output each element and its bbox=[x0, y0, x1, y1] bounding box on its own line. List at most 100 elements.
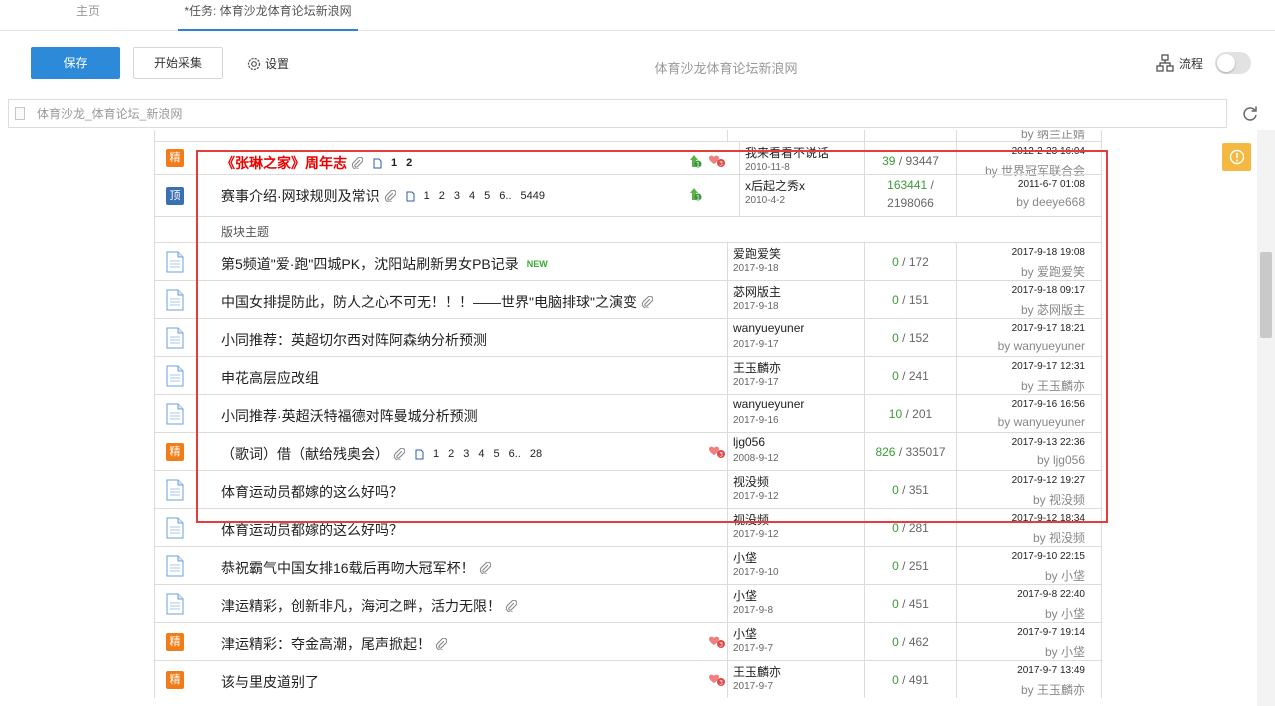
flow-toggle[interactable] bbox=[1215, 52, 1251, 74]
thread-title[interactable]: 小同推荐：英超切尔西对阵阿森纳分析预测 bbox=[221, 330, 487, 350]
last-post-time[interactable]: 2012-2-23 16:04 bbox=[1012, 146, 1085, 157]
page-link[interactable]: 1 bbox=[433, 448, 439, 460]
save-button[interactable]: 保存 bbox=[31, 47, 120, 79]
author-name[interactable]: 小垡 bbox=[733, 549, 757, 566]
page-link[interactable]: 3 bbox=[463, 448, 469, 460]
thread-title[interactable]: 申花高层应改组 bbox=[221, 368, 319, 388]
last-post-time[interactable]: 2017-9-7 19:14 bbox=[1017, 627, 1085, 638]
thread-title-text[interactable]: 该与里皮道别了 bbox=[221, 672, 319, 692]
settings-button[interactable]: 设置 bbox=[246, 55, 289, 73]
refresh-icon[interactable] bbox=[1240, 104, 1260, 124]
thread-title-text[interactable]: 赛事介绍·网球规则及常识 bbox=[221, 186, 380, 206]
start-collect-button[interactable]: 开始采集 bbox=[133, 47, 223, 79]
author-name[interactable]: 王玉麟亦 bbox=[733, 359, 781, 376]
thread-title-text[interactable]: 小同推荐·英超沃特福德对阵曼城分析预测 bbox=[221, 406, 478, 426]
last-post-time[interactable]: 2017-9-17 18:21 bbox=[1012, 323, 1085, 334]
thread-title-text[interactable]: 申花高层应改组 bbox=[221, 368, 319, 388]
last-post-by[interactable]: by wanyueyuner bbox=[998, 415, 1085, 429]
page-link[interactable]: 1 bbox=[391, 157, 397, 169]
thread-type-cell bbox=[155, 585, 195, 622]
thread-title-text[interactable]: 体育运动员都嫁的这么好吗？ bbox=[221, 520, 403, 540]
last-post-time[interactable]: 2011-6-7 01:08 bbox=[1018, 179, 1085, 190]
last-post-by[interactable]: by 苾网版主 bbox=[1021, 301, 1085, 318]
tab-home[interactable]: 主页 bbox=[76, 0, 100, 31]
page-link[interactable]: 2 bbox=[406, 157, 412, 169]
page-link[interactable]: 4 bbox=[469, 190, 475, 202]
last-post-time[interactable]: 2017-9-12 18:34 bbox=[1012, 513, 1085, 524]
last-post-time[interactable]: 2017-9-18 19:08 bbox=[1012, 247, 1085, 258]
last-post-by[interactable]: by 视没频 bbox=[1033, 529, 1085, 546]
thread-title[interactable]: 小同推荐·英超沃特福德对阵曼城分析预测 bbox=[221, 406, 478, 426]
last-post-by[interactable]: by 小垡 bbox=[1045, 643, 1085, 660]
author-name[interactable]: wanyueyuner bbox=[733, 321, 804, 335]
last-post-by[interactable]: by wanyueyuner bbox=[998, 339, 1085, 353]
page-link[interactable]: 4 bbox=[478, 448, 484, 460]
thread-title[interactable]: 《张琳之家》周年志 1 2 bbox=[221, 153, 412, 173]
url-input[interactable] bbox=[13, 103, 1213, 124]
author-name[interactable]: 视没频 bbox=[733, 473, 769, 490]
tab-task[interactable]: *任务: 体育沙龙体育论坛新浪网 bbox=[178, 0, 358, 31]
thread-title-text[interactable]: 第5频道"爱·跑"四城PK，沈阳站刷新男女PB记录 bbox=[221, 254, 519, 274]
last-post-by[interactable]: by 视没频 bbox=[1033, 491, 1085, 508]
thread-title[interactable]: 该与里皮道别了 bbox=[221, 672, 319, 692]
author-name[interactable]: 王玉麟亦 bbox=[733, 663, 781, 680]
last-post-by[interactable]: by ljg056 bbox=[1037, 453, 1085, 467]
last-post-time[interactable]: 2017-9-7 13:49 bbox=[1017, 665, 1085, 676]
info-button[interactable] bbox=[1222, 143, 1251, 171]
author-name[interactable]: 爱跑爱笑 bbox=[733, 245, 781, 262]
last-post-by[interactable]: by 王玉麟亦 bbox=[1021, 377, 1085, 394]
last-post-by[interactable]: by 小垡 bbox=[1045, 567, 1085, 584]
scrollbar-thumb[interactable] bbox=[1260, 252, 1272, 338]
last-post-by[interactable]: by 王玉麟亦 bbox=[1021, 681, 1085, 698]
thread-title-text[interactable]: 津运精彩：夺金高潮，尾声掀起！ bbox=[221, 634, 431, 654]
author-name[interactable]: 视没频 bbox=[733, 511, 769, 528]
last-post-cell: 2017-9-12 19:27 by 视没频 bbox=[956, 471, 1101, 508]
thread-title[interactable]: 赛事介绍·网球规则及常识 1 2 3 4 5 6.. 5449 bbox=[221, 186, 545, 206]
page-link[interactable]: 28 bbox=[530, 448, 542, 460]
page-link[interactable]: 5 bbox=[484, 190, 490, 202]
last-post-time[interactable]: 2017-9-17 12:31 bbox=[1012, 361, 1085, 372]
flow-button[interactable]: 流程 bbox=[1156, 53, 1203, 73]
thread-title[interactable]: 体育运动员都嫁的这么好吗？ bbox=[221, 482, 403, 502]
last-post-time[interactable]: 2017-9-10 22:15 bbox=[1012, 551, 1085, 562]
thread-title[interactable]: 第5频道"爱·跑"四城PK，沈阳站刷新男女PB记录 NEW bbox=[221, 254, 548, 274]
author-name[interactable]: x后起之秀x bbox=[745, 177, 805, 194]
thread-title-text[interactable]: 中国女排提防此，防人之心不可无！！！——世界"电脑排球"之演变 bbox=[221, 292, 637, 312]
author-name[interactable]: 苾网版主 bbox=[733, 283, 781, 300]
last-post-by[interactable]: by 小垡 bbox=[1045, 605, 1085, 622]
page-link[interactable]: 5 bbox=[494, 448, 500, 460]
page-link[interactable]: 1 bbox=[424, 190, 430, 202]
author-name[interactable]: 小垡 bbox=[733, 625, 757, 642]
thread-title-text[interactable]: 恭祝霸气中国女排16载后再吻大冠军杯！ bbox=[221, 558, 475, 578]
author-name[interactable]: ljg056 bbox=[733, 435, 765, 449]
last-post-time[interactable]: 2017-9-12 19:27 bbox=[1012, 475, 1085, 486]
thread-title-text[interactable]: （歌词）借（献给残奥会） bbox=[221, 444, 389, 464]
thread-title[interactable]: 恭祝霸气中国女排16载后再吻大冠军杯！ bbox=[221, 558, 491, 578]
scrollbar[interactable] bbox=[1257, 130, 1275, 706]
last-post-time[interactable]: 2017-9-13 22:36 bbox=[1012, 437, 1085, 448]
thread-title[interactable]: （歌词）借（献给残奥会） 1 2 3 4 5 6.. 28 bbox=[221, 444, 542, 464]
page-link[interactable]: 6.. bbox=[509, 448, 521, 460]
last-post-by[interactable]: by deeye668 bbox=[1016, 195, 1085, 209]
last-post-time[interactable]: 2017-9-16 16:56 bbox=[1012, 399, 1085, 410]
thread-title-text[interactable]: 《张琳之家》周年志 bbox=[221, 153, 347, 173]
last-post-time[interactable]: 2017-9-18 09:17 bbox=[1012, 285, 1085, 296]
thread-title[interactable]: 中国女排提防此，防人之心不可无！！！——世界"电脑排球"之演变 bbox=[221, 292, 653, 312]
page-link[interactable]: 6.. bbox=[499, 190, 511, 202]
thread-title[interactable]: 体育运动员都嫁的这么好吗？ bbox=[221, 520, 403, 540]
author-name[interactable]: 小垡 bbox=[733, 587, 757, 604]
page-link[interactable]: 5449 bbox=[521, 190, 545, 202]
thread-title-text[interactable]: 小同推荐：英超切尔西对阵阿森纳分析预测 bbox=[221, 330, 487, 350]
thread-title-text[interactable]: 体育运动员都嫁的这么好吗？ bbox=[221, 482, 403, 502]
page-link[interactable]: 3 bbox=[454, 190, 460, 202]
page-link[interactable]: 2 bbox=[448, 448, 454, 460]
author-name[interactable]: 我来看看不说话 bbox=[745, 144, 829, 161]
author-name[interactable]: wanyueyuner bbox=[733, 397, 804, 411]
thread-title[interactable]: 津运精彩，创新非凡，海河之畔，活力无限！ bbox=[221, 596, 517, 616]
thread-title[interactable]: 津运精彩：夺金高潮，尾声掀起！ bbox=[221, 634, 447, 654]
thread-title-text[interactable]: 津运精彩，创新非凡，海河之畔，活力无限！ bbox=[221, 596, 501, 616]
url-bar[interactable] bbox=[8, 99, 1227, 128]
last-post-time[interactable]: 2017-9-8 22:40 bbox=[1017, 589, 1085, 600]
last-post-by[interactable]: by 爱跑爱笑 bbox=[1021, 263, 1085, 280]
page-link[interactable]: 2 bbox=[439, 190, 445, 202]
